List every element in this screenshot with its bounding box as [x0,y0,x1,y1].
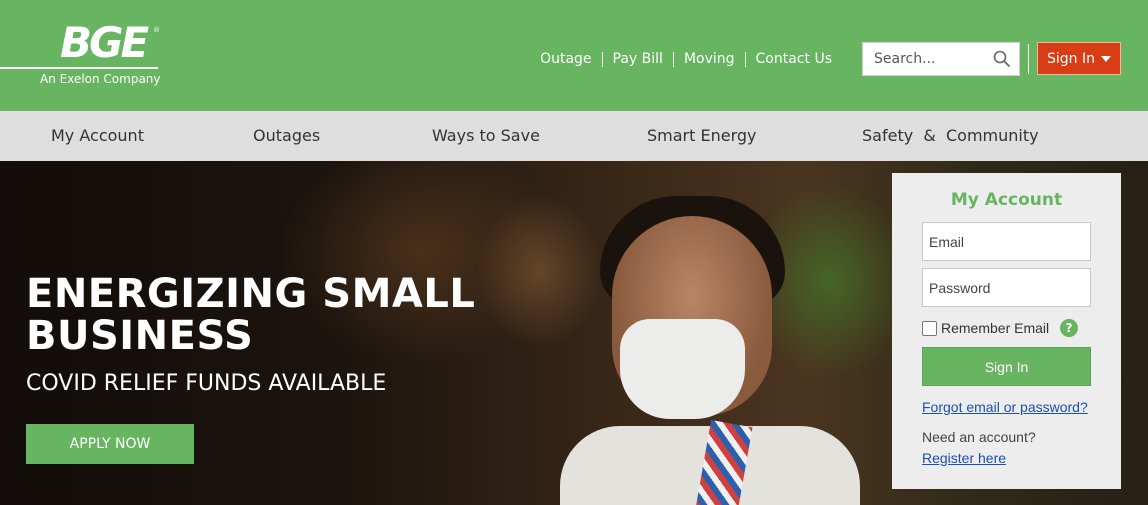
header-divider [1028,44,1029,74]
header-signin-button[interactable]: Sign In [1037,42,1121,75]
util-link-pay-bill[interactable]: Pay Bill [603,49,673,69]
hero-subtitle: COVID RELIEF FUNDS AVAILABLE [26,371,387,396]
nav-safety-community[interactable]: Safety & Community [862,111,1039,161]
remember-email-label[interactable]: Remember Email [941,320,1049,336]
logo-underline [0,67,158,69]
logo-registered-mark: ® [153,26,160,34]
forgot-credentials-link[interactable]: Forgot email or password? [922,399,1088,415]
help-icon[interactable]: ? [1060,319,1078,337]
main-nav: My Account Outages Ways to Save Smart En… [0,111,1148,161]
nav-smart-energy[interactable]: Smart Energy [647,111,757,161]
register-link[interactable]: Register here [922,450,1006,466]
login-title: My Account [950,190,1063,210]
logo-tagline: An Exelon Company [40,72,161,86]
util-link-moving[interactable]: Moving [674,49,745,69]
apply-now-button[interactable]: APPLY NOW [26,424,194,464]
caret-down-icon [1101,55,1111,62]
hero-photo-mask [620,319,745,419]
password-field[interactable] [922,268,1091,307]
nav-ways-to-save[interactable]: Ways to Save [432,111,540,161]
utility-nav: Outage Pay Bill Moving Contact Us [530,49,842,69]
util-link-outage[interactable]: Outage [530,49,601,69]
nav-my-account[interactable]: My Account [51,111,144,161]
site-header: BGE ® An Exelon Company Outage Pay Bill … [0,0,1148,111]
search-icon[interactable] [993,50,1011,68]
login-signin-button[interactable]: Sign In [922,347,1091,386]
remember-email: Remember Email [922,320,1049,336]
search-input[interactable] [863,43,988,75]
email-field[interactable] [922,222,1091,261]
remember-email-checkbox[interactable] [922,320,937,336]
login-panel: My Account Remember Email ? Sign In Forg… [892,173,1121,489]
search-box [862,42,1020,76]
bge-logo[interactable]: BGE ® An Exelon Company [0,18,170,93]
util-link-contact-us[interactable]: Contact Us [746,49,842,69]
logo-text: BGE [60,18,149,67]
hero-title: ENERGIZING SMALL BUSINESS [26,271,476,359]
nav-outages[interactable]: Outages [253,111,320,161]
need-account-text: Need an account? [922,429,1036,445]
signin-label: Sign In [1047,50,1095,67]
